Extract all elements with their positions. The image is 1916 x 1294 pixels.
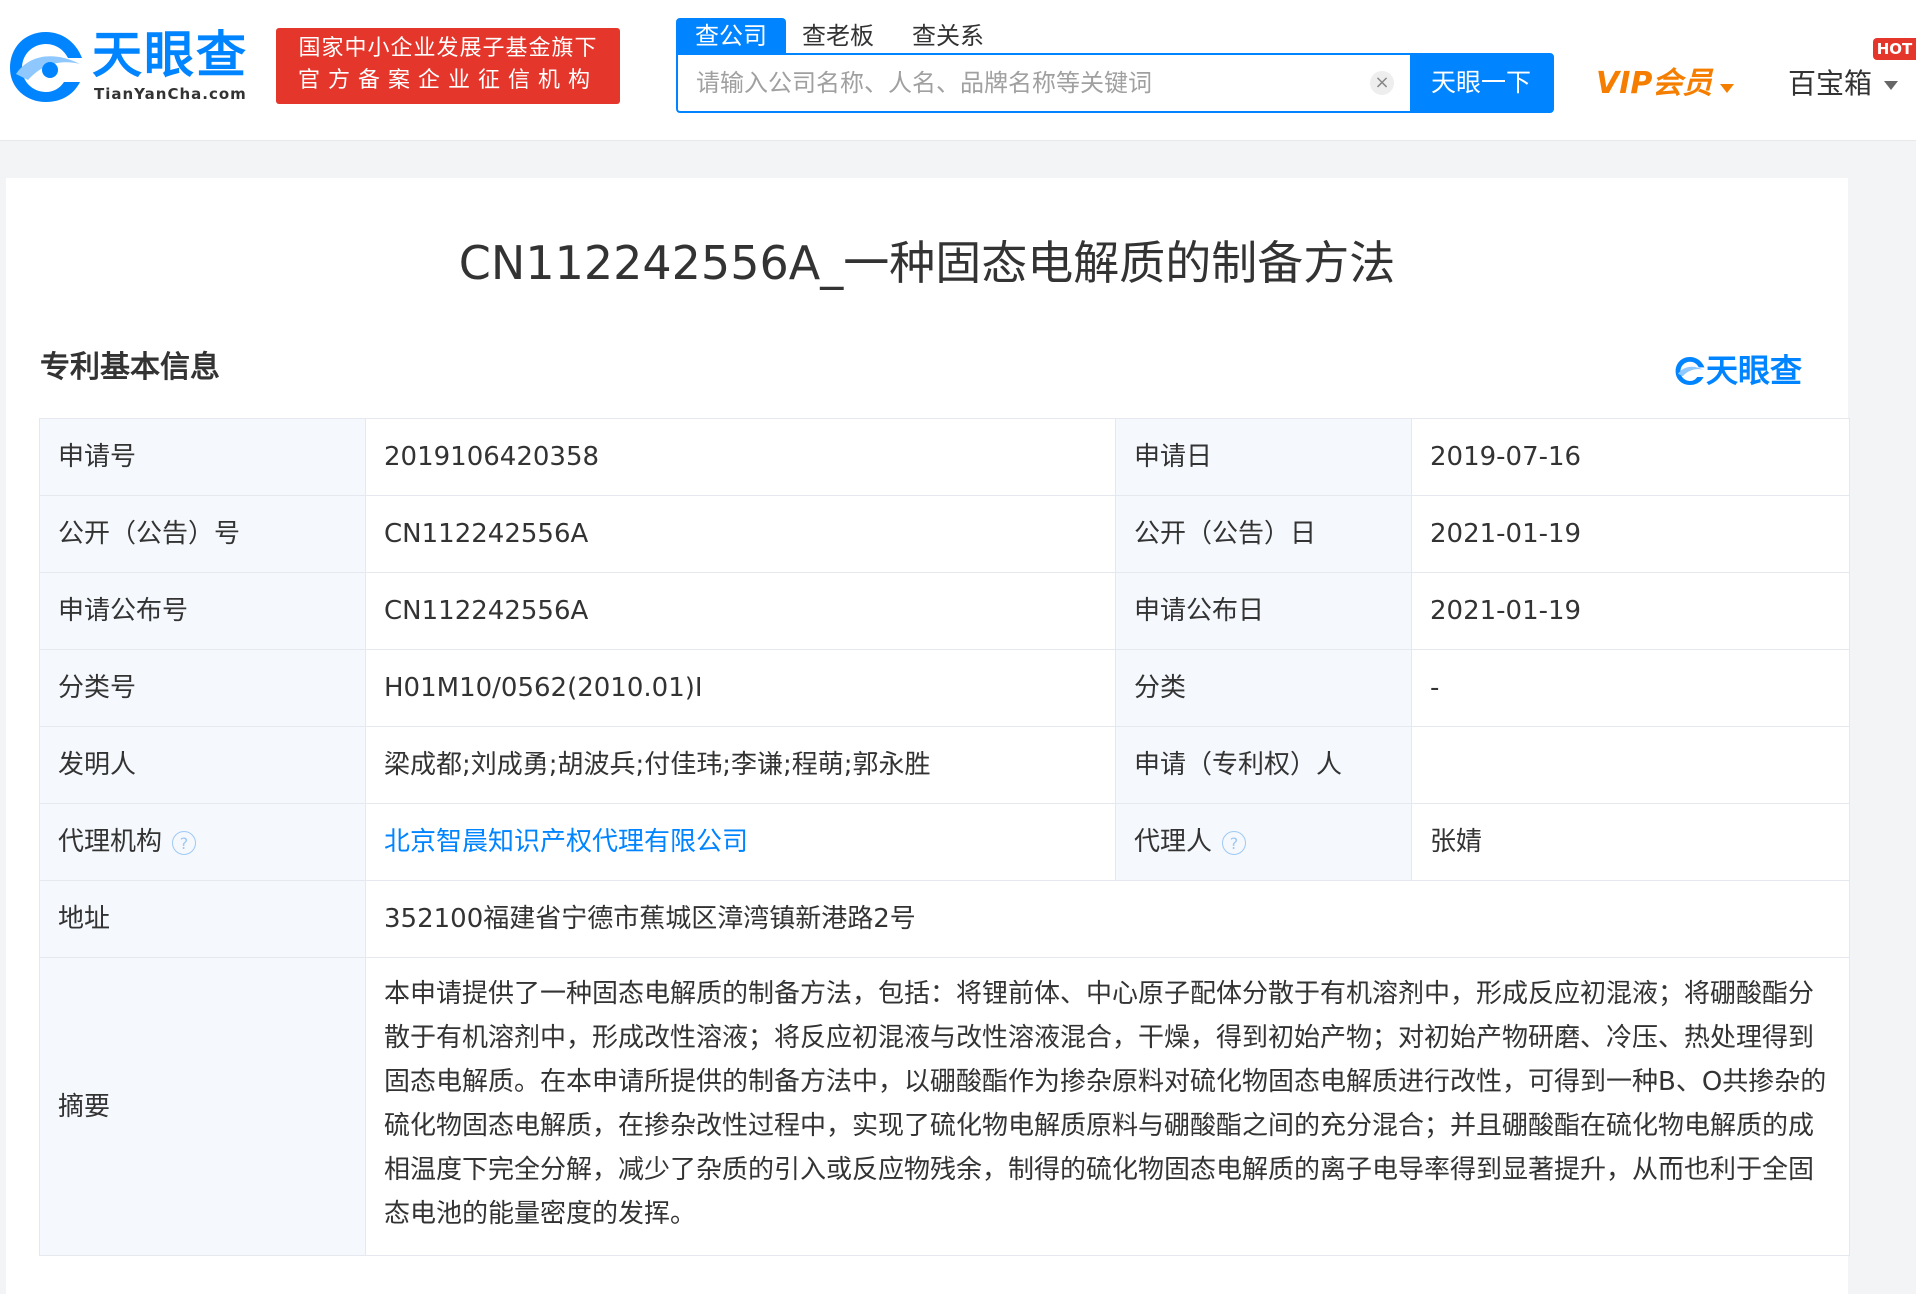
value-app-pub-date: 2021-01-19 — [1411, 572, 1850, 650]
tab-boss[interactable]: 查老板 — [788, 18, 888, 54]
table-row: 公开（公告）号 CN112242556A 公开（公告）日 2021-01-19 — [39, 495, 1850, 573]
brand-watermark: 天眼查 — [1674, 350, 1802, 390]
label-agency-cell: 代理机构? — [39, 803, 366, 881]
value-app-pub-no: CN112242556A — [365, 572, 1116, 650]
label-agent: 代理人 — [1134, 827, 1213, 857]
tab-relation[interactable]: 查关系 — [898, 18, 998, 54]
patent-card: CN112242556A_一种固态电解质的制备方法 专利基本信息 天眼查 申请号… — [6, 178, 1850, 1294]
label-agent-cell: 代理人? — [1115, 803, 1412, 881]
label-agency: 代理机构 — [58, 827, 163, 857]
value-address: 352100福建省宁德市蕉城区漳湾镇新港路2号 — [365, 880, 1850, 958]
label-abstract: 摘要 — [39, 957, 366, 1256]
toolbox-menu[interactable]: 百宝箱 — [1788, 64, 1899, 104]
caret-down-icon — [1884, 80, 1899, 90]
table-row: 地址 352100福建省宁德市蕉城区漳湾镇新港路2号 — [39, 880, 1850, 958]
value-publication-date: 2021-01-19 — [1411, 495, 1850, 573]
logo-domain: TianYanCha.com — [94, 85, 247, 103]
agency-link[interactable]: 北京智晨知识产权代理有限公司 — [384, 827, 748, 857]
toolbox-label: 百宝箱 — [1788, 67, 1873, 100]
org-badge-line1: 国家中小企业发展子基金旗下 — [298, 36, 598, 61]
value-category: - — [1411, 649, 1850, 727]
tianyancha-logo-icon — [1675, 356, 1705, 385]
org-badge: 国家中小企业发展子基金旗下 官方备案企业征信机构 — [276, 28, 620, 104]
value-inventors: 梁成都;刘成勇;胡波兵;付佳玮;李谦;程萌;郭永胜 — [365, 726, 1116, 804]
section-title: 专利基本信息 — [40, 350, 220, 385]
value-abstract: 本申请提供了一种固态电解质的制备方法，包括：将锂前体、中心原子配体分散于有机溶剂… — [365, 957, 1850, 1256]
label-address: 地址 — [39, 880, 366, 958]
patent-info-table: 申请号 2019106420358 申请日 2019-07-16 公开（公告）号… — [39, 418, 1850, 1256]
hot-badge: HOT — [1873, 38, 1916, 60]
label-applicant: 申请（专利权）人 — [1115, 726, 1412, 804]
logo-text: 天眼查 — [92, 26, 248, 84]
site-logo[interactable]: 天眼查 TianYanCha.com — [6, 24, 256, 108]
search-button[interactable]: 天眼一下 — [1410, 55, 1552, 111]
table-row: 发明人 梁成都;刘成勇;胡波兵;付佳玮;李谦;程萌;郭永胜 申请（专利权）人 — [39, 726, 1850, 804]
value-agency-cell: 北京智晨知识产权代理有限公司 — [365, 803, 1116, 881]
label-application-no: 申请号 — [39, 418, 366, 496]
table-row: 摘要 本申请提供了一种固态电解质的制备方法，包括：将锂前体、中心原子配体分散于有… — [39, 957, 1850, 1256]
tab-company[interactable]: 查公司 — [676, 18, 786, 54]
value-application-date: 2019-07-16 — [1411, 418, 1850, 496]
tianyancha-logo-icon — [10, 32, 82, 102]
question-circle-icon[interactable]: ? — [172, 830, 197, 855]
value-agent: 张婧 — [1411, 803, 1850, 881]
table-row: 代理机构? 北京智晨知识产权代理有限公司 代理人? 张婧 — [39, 803, 1850, 881]
label-app-pub-no: 申请公布号 — [39, 572, 366, 650]
brand-text: 天眼查 — [1705, 351, 1802, 390]
page-title: CN112242556A_一种固态电解质的制备方法 — [458, 236, 1396, 290]
label-inventors: 发明人 — [39, 726, 366, 804]
top-header: 天眼查 TianYanCha.com 国家中小企业发展子基金旗下 官方备案企业征… — [0, 0, 1916, 141]
label-app-pub-date: 申请公布日 — [1115, 572, 1412, 650]
value-publication-no: CN112242556A — [365, 495, 1116, 573]
label-classification-no: 分类号 — [39, 649, 366, 727]
label-category: 分类 — [1115, 649, 1412, 727]
table-row: 分类号 H01M10/0562(2010.01)I 分类 - — [39, 649, 1850, 727]
table-row: 申请公布号 CN112242556A 申请公布日 2021-01-19 — [39, 572, 1850, 650]
search-input[interactable] — [678, 55, 1378, 111]
vip-menu[interactable]: VIP会员 — [1596, 64, 1735, 104]
table-row: 申请号 2019106420358 申请日 2019-07-16 — [39, 418, 1850, 496]
label-application-date: 申请日 — [1115, 418, 1412, 496]
clear-x-icon[interactable]: × — [1370, 71, 1394, 95]
caret-down-icon — [1720, 84, 1735, 93]
search-box: × 天眼一下 — [676, 53, 1554, 113]
label-publication-date: 公开（公告）日 — [1115, 495, 1412, 573]
value-application-no: 2019106420358 — [365, 418, 1116, 496]
value-applicant — [1411, 726, 1850, 804]
vip-label: VIP会员 — [1596, 66, 1713, 101]
label-publication-no: 公开（公告）号 — [39, 495, 366, 573]
question-circle-icon[interactable]: ? — [1222, 830, 1247, 855]
value-classification-no: H01M10/0562(2010.01)I — [365, 649, 1116, 727]
org-badge-line2: 官方备案企业征信机构 — [297, 68, 598, 93]
